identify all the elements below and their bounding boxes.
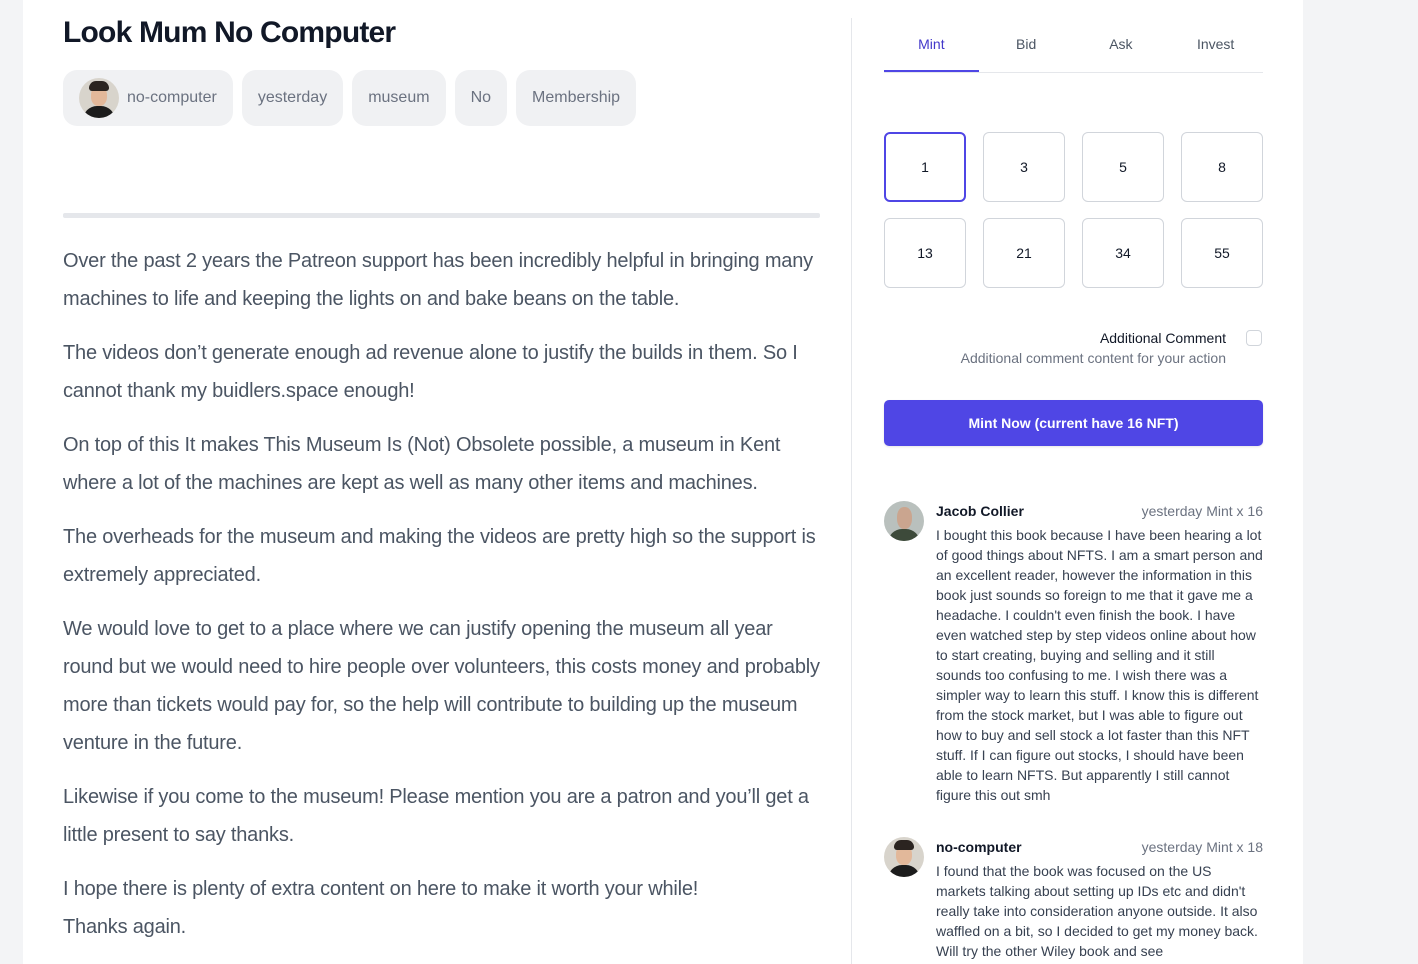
paragraph: I hope there is plenty of extra content … <box>63 870 823 946</box>
reviewer-name[interactable]: Jacob Collier <box>936 503 1024 519</box>
reviewer-name[interactable]: no-computer <box>936 839 1022 855</box>
author-name: no-computer <box>127 89 217 106</box>
type-tag[interactable]: Membership <box>516 70 637 126</box>
paragraph: Over the past 2 years the Patreon suppor… <box>63 250 813 310</box>
post-body: Over the past 2 years the Patreon suppor… <box>63 242 823 946</box>
paragraph-line: Thanks again. <box>63 916 187 938</box>
tab-invest[interactable]: Invest <box>1168 18 1263 72</box>
content-divider <box>63 213 820 218</box>
action-tabs: Mint Bid Ask Invest <box>884 18 1263 73</box>
quantity-grid: 1 3 5 8 13 21 34 55 <box>884 132 1263 288</box>
page: Look Mum No Computer no-computer yesterd… <box>23 0 1303 964</box>
tab-bid[interactable]: Bid <box>979 18 1074 72</box>
quantity-option[interactable]: 5 <box>1082 132 1164 202</box>
author-tag[interactable]: no-computer <box>63 70 233 126</box>
comment-description: Additional comment content for your acti… <box>960 350 1226 366</box>
flag-tag[interactable]: No <box>454 70 508 126</box>
review-meta: no-computer yesterday Mint x 18 <box>936 839 1263 855</box>
review-item: Jacob Collier yesterday Mint x 16 I boug… <box>884 501 1263 811</box>
avatar[interactable] <box>884 501 924 541</box>
tab-ask[interactable]: Ask <box>1074 18 1169 72</box>
category-tag[interactable]: museum <box>352 70 446 126</box>
paragraph: On top of this It makes This Museum Is (… <box>63 434 781 494</box>
quantity-option[interactable]: 34 <box>1082 218 1164 288</box>
quantity-option[interactable]: 1 <box>884 132 966 202</box>
review-meta: Jacob Collier yesterday Mint x 16 <box>936 503 1263 519</box>
page-title: Look Mum No Computer <box>63 16 396 49</box>
column-divider <box>851 18 852 964</box>
avatar <box>79 78 119 118</box>
paragraph: The videos don’t generate enough ad reve… <box>63 342 798 402</box>
quantity-option[interactable]: 3 <box>983 132 1065 202</box>
comment-label: Additional Comment <box>1099 330 1226 346</box>
quantity-option[interactable]: 55 <box>1181 218 1263 288</box>
tag-list: no-computer yesterday museum No Membersh… <box>63 70 637 126</box>
review-item: no-computer yesterday Mint x 18 I found … <box>884 837 1263 964</box>
paragraph: The overheads for the museum and making … <box>63 526 816 586</box>
mint-now-button[interactable]: Mint Now (current have 16 NFT) <box>884 400 1263 446</box>
paragraph: Likewise if you come to the museum! Plea… <box>63 786 809 846</box>
tab-mint[interactable]: Mint <box>884 18 979 72</box>
quantity-option[interactable]: 8 <box>1181 132 1263 202</box>
comment-checkbox[interactable] <box>1246 330 1262 346</box>
review-text: I bought this book because I have been h… <box>936 527 1263 803</box>
paragraph: We would love to get to a place where we… <box>63 618 820 754</box>
paragraph-line: I hope there is plenty of extra content … <box>63 878 699 900</box>
quantity-option[interactable]: 21 <box>983 218 1065 288</box>
avatar[interactable] <box>884 837 924 877</box>
date-tag[interactable]: yesterday <box>241 70 344 126</box>
review-text: I found that the book was focused on the… <box>936 863 1258 959</box>
review-info: yesterday Mint x 18 <box>1141 839 1263 855</box>
review-info: yesterday Mint x 16 <box>1141 503 1263 519</box>
quantity-option[interactable]: 13 <box>884 218 966 288</box>
